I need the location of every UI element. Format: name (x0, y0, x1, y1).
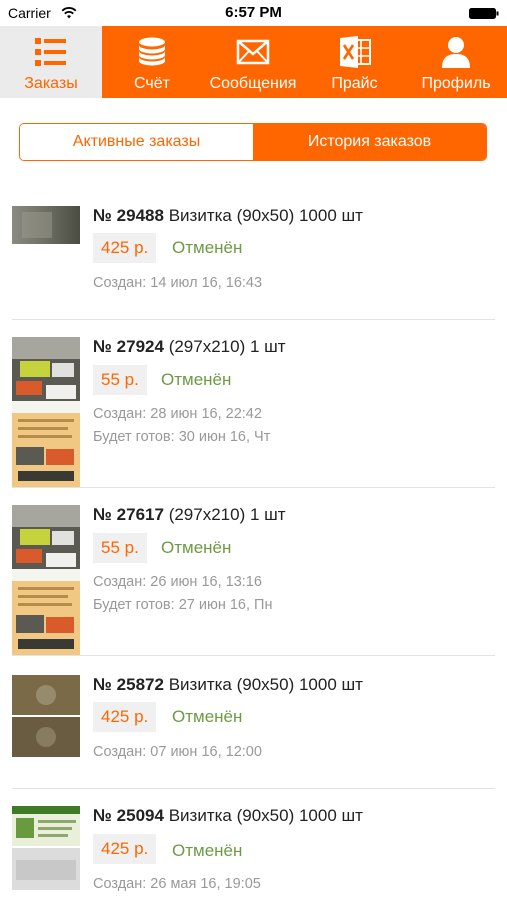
order-thumbnail (12, 806, 80, 890)
order-ready-date: Будет готов: 27 июн 16, Пн (93, 597, 273, 613)
segment-order-history[interactable]: История заказов (253, 124, 486, 160)
order-number: № 25094 (93, 806, 164, 825)
tab-orders[interactable]: Заказы (0, 26, 102, 98)
order-ready-date: Будет готов: 30 июн 16, Чт (93, 429, 271, 445)
order-row[interactable]: № 25094 Визитка (90x50) 1000 шт 425 р. О… (0, 789, 507, 900)
order-status: Отменён (172, 707, 243, 726)
order-thumbnail (12, 675, 80, 757)
order-created: Создан: 07 июн 16, 12:00 (93, 744, 262, 760)
order-title: № 27924 (297x210) 1 шт (93, 337, 286, 357)
order-created: Создан: 28 июн 16, 22:42 (93, 406, 262, 422)
coins-icon (139, 37, 165, 66)
order-created: Создан: 26 мая 16, 19:05 (93, 876, 261, 892)
order-title: № 27617 (297x210) 1 шт (93, 505, 286, 525)
order-status: Отменён (161, 538, 232, 557)
order-number: № 27924 (93, 337, 164, 356)
order-price: 425 р. (93, 702, 157, 732)
segment-active-orders[interactable]: Активные заказы (20, 124, 253, 160)
order-status: Отменён (172, 238, 243, 257)
order-thumbnail (12, 337, 80, 487)
tab-account[interactable]: Счёт (102, 26, 202, 98)
order-thumbnail (12, 206, 80, 244)
order-number: № 25872 (93, 675, 164, 694)
order-row[interactable]: № 27617 (297x210) 1 шт 55 р. Отменён Соз… (0, 488, 507, 656)
order-price: 425 р. (93, 834, 157, 864)
order-price: 55 р. (93, 365, 147, 395)
order-row[interactable]: № 29488 Визитка (90x50) 1000 шт 425 р. О… (0, 187, 507, 320)
status-bar: Carrier 6:57 PM (0, 0, 507, 26)
tab-messages-label: Сообщения (209, 75, 297, 92)
order-thumbnail (12, 505, 80, 655)
order-row[interactable]: № 25872 Визитка (90x50) 1000 шт 425 р. О… (0, 656, 507, 789)
battery-icon (469, 8, 499, 19)
order-number: № 27617 (93, 505, 164, 524)
main-tab-bar: Заказы Счёт Сообщения Прайс Профиль (0, 26, 507, 98)
tab-orders-label: Заказы (24, 75, 78, 92)
tab-account-label: Счёт (134, 75, 170, 92)
order-row[interactable]: № 27924 (297x210) 1 шт 55 р. Отменён Соз… (0, 320, 507, 488)
order-description: Визитка (90x50) 1000 шт (168, 675, 363, 694)
tab-messages[interactable]: Сообщения (202, 26, 304, 98)
order-status: Отменён (161, 370, 232, 389)
order-title: № 25094 Визитка (90x50) 1000 шт (93, 806, 363, 826)
order-created: Создан: 26 июн 16, 13:16 (93, 574, 262, 590)
tab-profile-label: Профиль (421, 75, 491, 92)
list-icon (35, 38, 66, 66)
order-number: № 29488 (93, 206, 164, 225)
orders-filter-segmented-control: Активные заказы История заказов (19, 123, 487, 161)
order-title: № 29488 Визитка (90x50) 1000 шт (93, 206, 363, 226)
excel-icon (339, 36, 371, 68)
envelope-icon (236, 39, 270, 65)
tab-profile[interactable]: Профиль (405, 26, 507, 98)
tab-price-label: Прайс (331, 75, 378, 92)
order-title: № 25872 Визитка (90x50) 1000 шт (93, 675, 363, 695)
order-price: 425 р. (93, 233, 157, 263)
order-created: Создан: 14 июл 16, 16:43 (93, 275, 263, 291)
order-description: (297x210) 1 шт (168, 337, 286, 356)
order-status: Отменён (172, 841, 243, 860)
order-description: Визитка (90x50) 1000 шт (168, 806, 363, 825)
user-icon (442, 37, 470, 68)
tab-price[interactable]: Прайс (304, 26, 405, 98)
clock: 6:57 PM (225, 4, 282, 21)
order-description: Визитка (90x50) 1000 шт (168, 206, 363, 225)
order-price: 55 р. (93, 533, 147, 563)
order-description: (297x210) 1 шт (168, 505, 286, 524)
